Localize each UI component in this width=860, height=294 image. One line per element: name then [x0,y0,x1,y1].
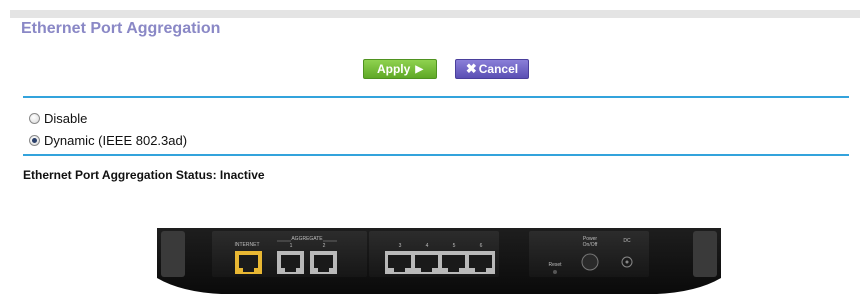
port-3-label: 3 [399,243,402,249]
aggregate-port-2 [310,251,337,274]
router-back-panel-image: INTERNET AGGREGATE 1 2 3 4 5 6 Reset Pow… [157,228,721,294]
option-dynamic-label: Dynamic (IEEE 802.3ad) [44,133,188,148]
port-4-label: 4 [426,243,429,249]
option-disable[interactable]: Disable [29,111,87,126]
radio-dynamic[interactable] [29,135,40,146]
play-arrow-icon: ▶ [415,63,424,75]
router-foot-left [161,231,185,277]
divider-top [23,96,849,98]
internet-port [235,251,262,274]
port-6-label: 6 [480,243,483,249]
page-title: Ethernet Port Aggregation [21,20,221,37]
option-disable-label: Disable [44,111,88,126]
reset-label: Reset [548,262,562,268]
cancel-button[interactable]: ✖ Cancel [455,59,529,79]
option-dynamic[interactable]: Dynamic (IEEE 802.3ad) [29,133,187,148]
port-2-label: 2 [323,243,326,249]
aggregation-status: Ethernet Port Aggregation Status: Inacti… [23,168,265,182]
top-bar [10,10,860,18]
radio-disable[interactable] [29,113,40,124]
dc-label: DC [623,238,631,244]
lan-ports-block [385,251,495,274]
port-5-label: 5 [453,243,456,249]
power-button [581,253,599,271]
cancel-button-label: Cancel [478,62,519,76]
power-onoff-label: On/Off [583,242,598,248]
port-1-label: 1 [290,243,293,249]
apply-button-label: Apply [376,62,411,76]
aggregate-label: AGGREGATE [291,236,323,242]
internet-port-label: INTERNET [235,242,260,248]
apply-button[interactable]: Apply ▶ [363,59,437,79]
reset-button [553,270,557,274]
router-foot-right [693,231,717,277]
close-icon: ✖ [465,61,477,76]
divider-bottom [23,154,849,156]
aggregate-port-1 [277,251,304,274]
